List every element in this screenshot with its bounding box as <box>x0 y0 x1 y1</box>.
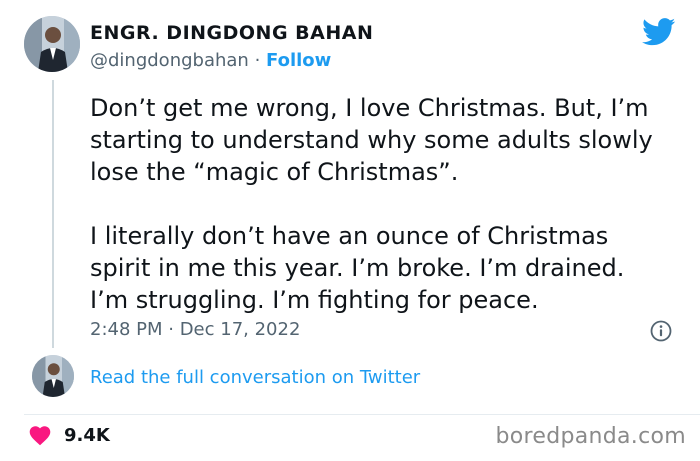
author-handle[interactable]: @dingdongbahan <box>90 50 249 71</box>
source-watermark: boredpanda.com <box>495 424 686 449</box>
author-display-name[interactable]: ENGR. DINGDONG BAHAN <box>90 22 373 44</box>
follow-button[interactable]: Follow <box>266 50 331 71</box>
heart-icon[interactable] <box>28 424 52 446</box>
twitter-bird-icon[interactable] <box>642 18 676 46</box>
avatar-photo <box>32 355 74 397</box>
author-handle-row: @dingdongbahan · Follow <box>90 50 331 71</box>
tweet-paragraph: I literally don’t have an ounce of Chris… <box>90 222 625 314</box>
read-conversation-link[interactable]: Read the full conversation on Twitter <box>90 367 420 388</box>
like-action[interactable]: 9.4K <box>28 424 110 446</box>
conversation-avatar[interactable] <box>32 355 74 397</box>
avatar-photo <box>24 16 80 72</box>
divider <box>24 414 700 415</box>
like-count: 9.4K <box>64 424 110 446</box>
tweet-paragraph: Don’t get me wrong, I love Christmas. Bu… <box>90 94 653 186</box>
handle-separator: · <box>248 50 267 71</box>
thread-connector-line <box>52 80 54 348</box>
author-avatar[interactable] <box>24 16 80 72</box>
tweet-body: Don’t get me wrong, I love Christmas. Bu… <box>90 92 670 316</box>
info-icon[interactable] <box>650 320 672 342</box>
tweet-timestamp[interactable]: 2:48 PM · Dec 17, 2022 <box>90 319 300 340</box>
